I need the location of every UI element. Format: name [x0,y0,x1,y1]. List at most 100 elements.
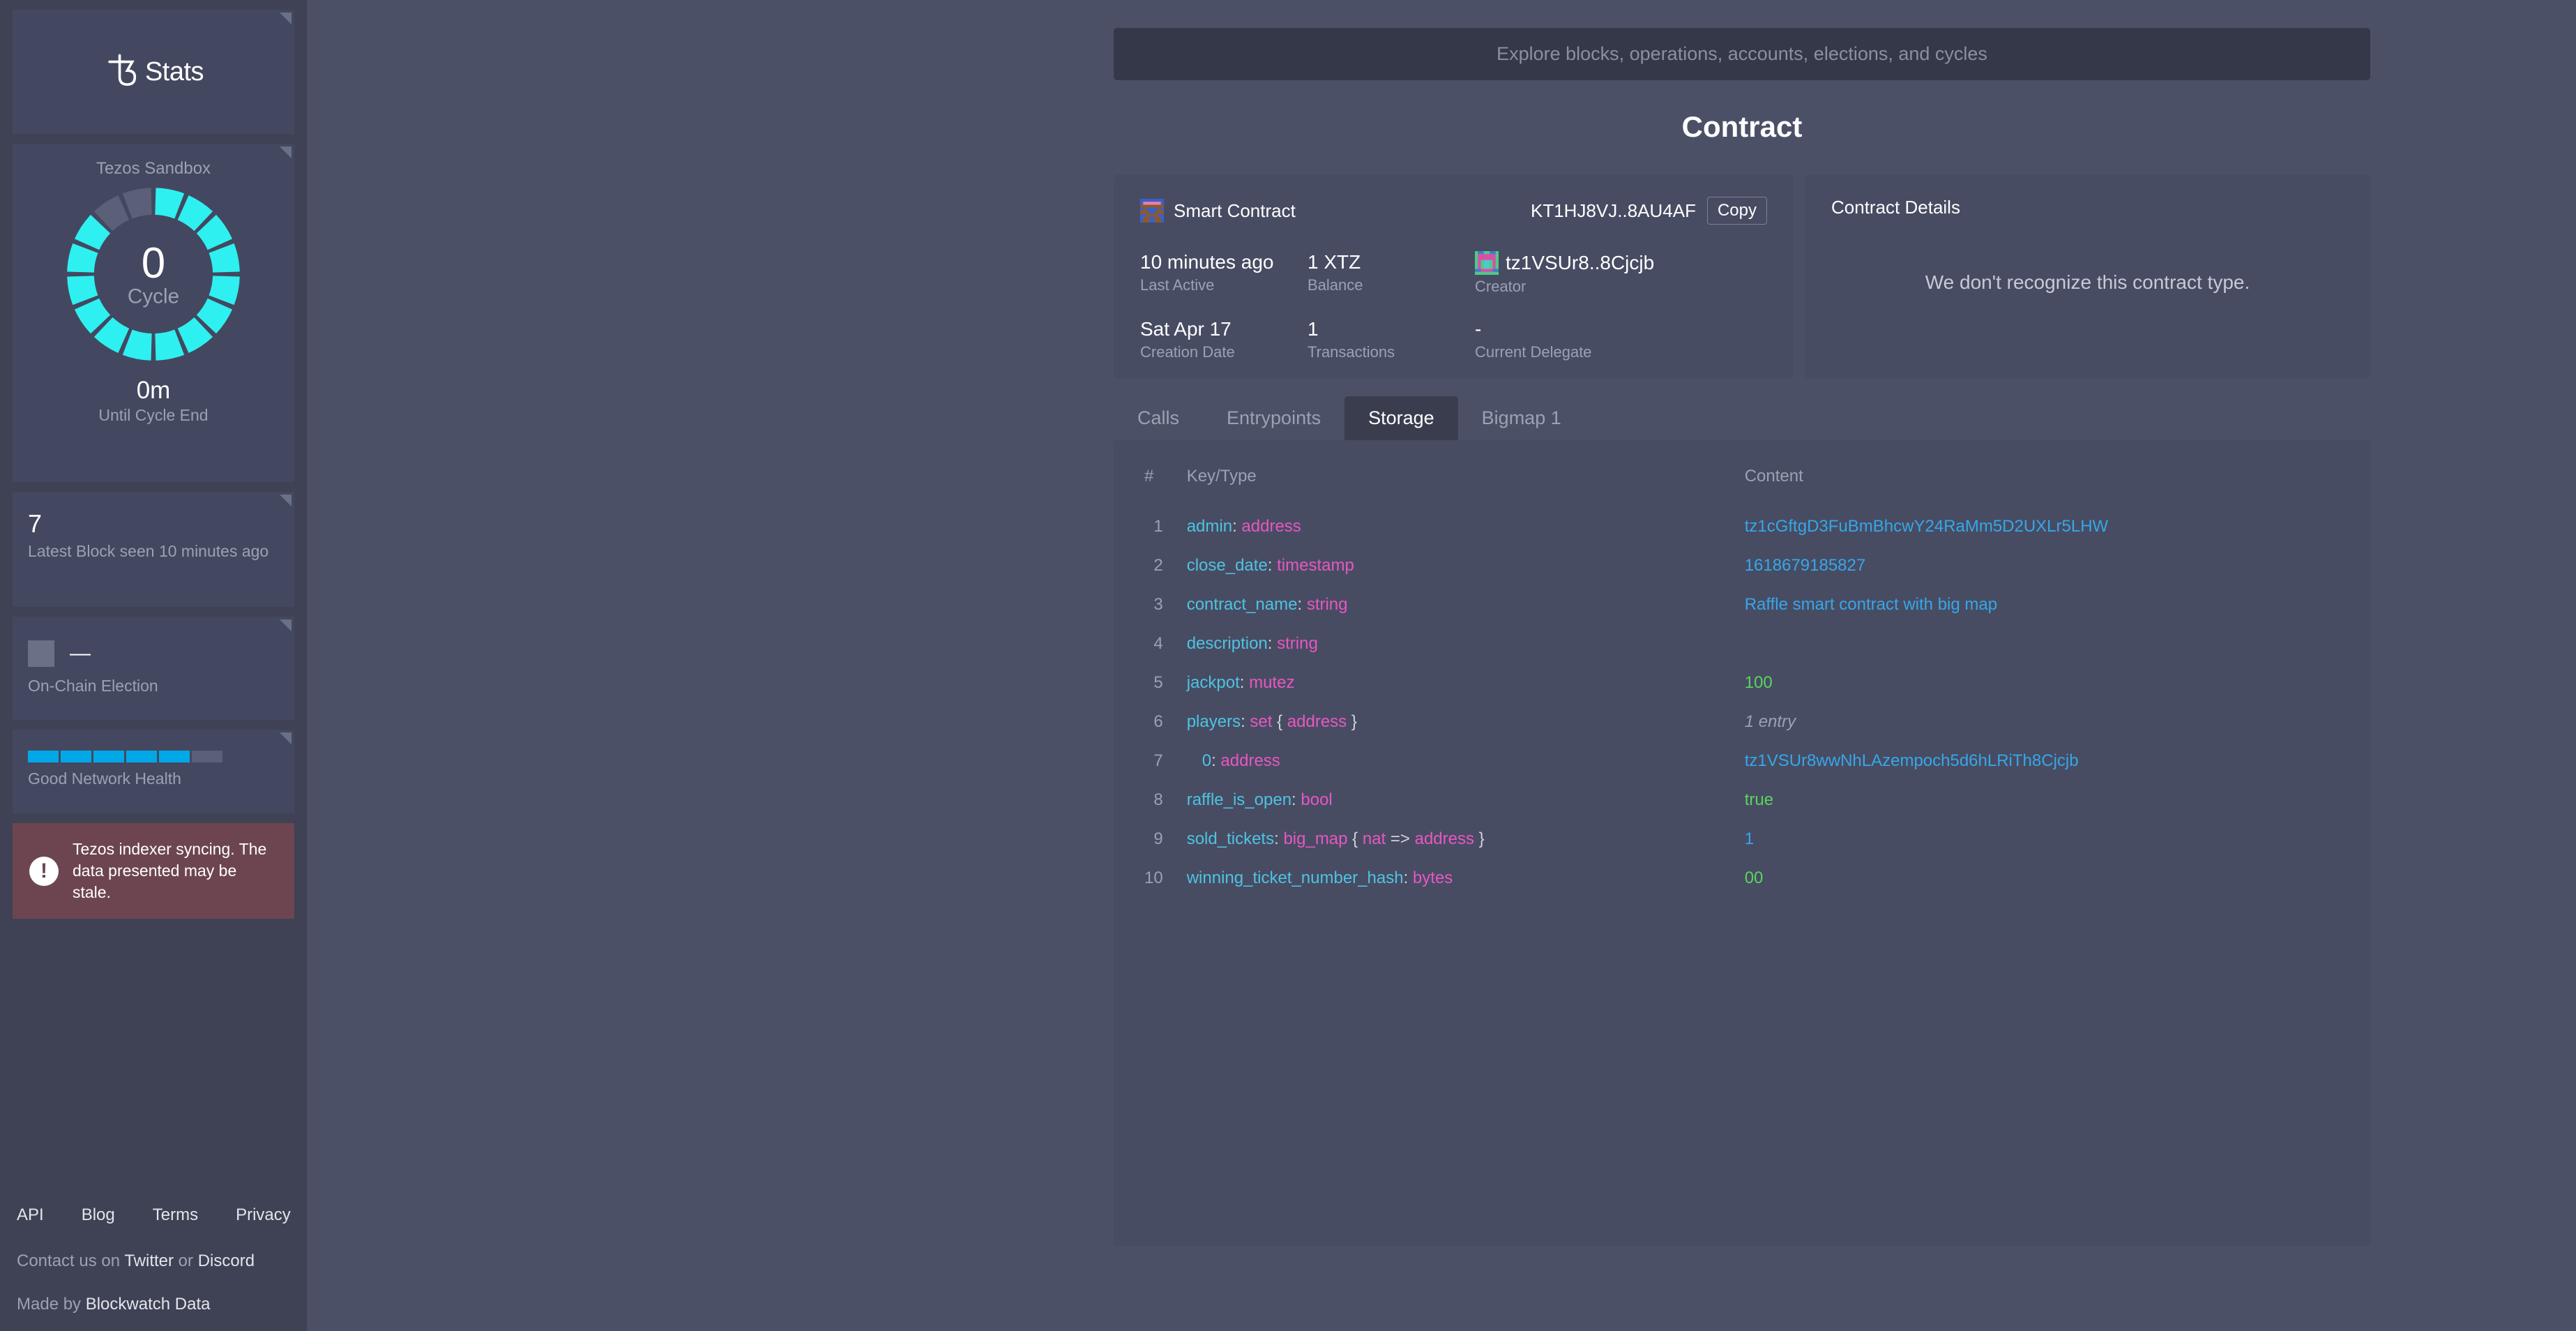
table-row: 10winning_ticket_number_hash: bytes00 [1144,859,2340,898]
row-content[interactable]: tz1cGftgD3FuBmBhcwY24RaMm5D2UXLr5LHW [1745,507,2340,546]
table-row: 1admin: addresstz1cGftgD3FuBmBhcwY24RaMm… [1144,507,2340,546]
row-key-type[interactable]: winning_ticket_number_hash: bytes [1187,859,1745,898]
stat-label: Creation Date [1140,343,1308,361]
row-key-type[interactable]: close_date: timestamp [1187,546,1745,585]
content-value: 1 [1745,829,1754,848]
row-content[interactable]: 1 [1745,820,2340,859]
table-row: 6players: set { address }1 entry [1144,702,2340,742]
key-type: big_map [1283,829,1347,848]
contract-address: KT1HJ8VJ..8AU4AF [1531,200,1696,222]
app-logo[interactable]: Stats [103,52,204,92]
sync-alert-text: Tezos indexer syncing. The data presente… [73,839,278,903]
search-input[interactable] [1114,28,2370,80]
stat-label: Balance [1308,276,1475,294]
row-index: 3 [1144,585,1187,624]
key-separator: : [1211,751,1220,770]
stat-value: 1 XTZ [1308,251,1475,273]
donut-segment [155,330,184,361]
row-content[interactable]: Raffle smart contract with big map [1745,585,2340,624]
key-name: raffle_is_open [1187,790,1291,809]
row-index: 4 [1144,624,1187,663]
stat-label: Transactions [1308,343,1475,361]
tab-entrypoints[interactable]: Entrypoints [1203,396,1344,441]
row-key-type[interactable]: contract_name: string [1187,585,1745,624]
election-value: — [70,643,91,664]
brace: } [1479,829,1485,848]
footer-link-twitter[interactable]: Twitter [124,1251,174,1270]
brace: } [1351,712,1357,731]
row-content[interactable]: 1618679185827 [1745,546,2340,585]
key-separator: : [1291,790,1301,809]
stat-value-wrap: tz1VSUr8..8Cjcjb [1475,251,1767,275]
tezos-logo-icon [103,52,144,92]
network-health-label: Good Network Health [28,769,279,788]
stat-balance: 1 XTZ Balance [1308,251,1475,296]
tab-calls[interactable]: Calls [1114,396,1203,441]
row-content[interactable]: true [1745,781,2340,820]
key-separator: : [1274,829,1283,848]
footer-link-blog[interactable]: Blog [82,1205,115,1225]
inner-type: address [1287,712,1347,731]
cycle-number: 0 [142,239,165,287]
panel-resize-handle[interactable] [280,619,291,631]
copy-address-button[interactable]: Copy [1707,197,1767,225]
election-status-square-icon [28,640,54,667]
footer-link-privacy[interactable]: Privacy [236,1205,291,1225]
key-separator: : [1297,595,1306,614]
key-separator: : [1232,517,1241,536]
footer-link-blockwatch[interactable]: Blockwatch Data [86,1295,211,1314]
row-content[interactable] [1745,624,2340,663]
panel-resize-handle[interactable] [280,146,291,158]
type-suffix: { address } [1272,712,1356,731]
key-name: 0 [1202,751,1211,770]
cycle-center-label: Cycle [128,285,179,308]
panel-resize-handle[interactable] [280,732,291,744]
brace: { [1277,712,1282,731]
row-content: 1 entry [1745,702,2340,742]
footer-link-discord[interactable]: Discord [198,1251,255,1270]
content-value: 00 [1745,868,1764,887]
row-key-type[interactable]: 0: address [1187,742,1745,781]
tab-bigmap-1[interactable]: Bigmap 1 [1458,396,1585,441]
donut-segment [209,276,240,305]
row-key-type[interactable]: raffle_is_open: bool [1187,781,1745,820]
contract-identicon-icon [1140,199,1164,223]
donut-segment [67,276,98,305]
row-index: 10 [1144,859,1187,898]
row-index: 7 [1144,742,1187,781]
row-key-type[interactable]: admin: address [1187,507,1745,546]
search-bar[interactable] [1114,28,2370,80]
row-content[interactable]: 00 [1745,859,2340,898]
health-segment [126,751,157,762]
table-row: 2close_date: timestamp1618679185827 [1144,546,2340,585]
stat-creator: tz1VSUr8..8Cjcjb Creator [1475,251,1767,296]
stat-value: - [1475,318,1767,340]
table-header-row: # Key/Type Content [1144,467,2340,507]
donut-segment [123,188,152,218]
footer-link-terms[interactable]: Terms [153,1205,198,1225]
donut-segment [123,330,152,361]
health-segment [192,751,222,762]
footer-link-api[interactable]: API [17,1205,44,1225]
key-name: sold_tickets [1187,829,1274,848]
panel-resize-handle[interactable] [280,495,291,506]
key-separator: : [1268,556,1277,575]
panel-resize-handle[interactable] [280,13,291,24]
footer-made-line: Made by Blockwatch Data [17,1295,290,1314]
sidebar-footer: API Blog Terms Privacy Contact us on Twi… [13,1205,294,1331]
contract-details-card: Contract Details We don't recognize this… [1805,174,2370,379]
row-key-type[interactable]: sold_tickets: big_map { nat => address } [1187,820,1745,859]
row-key-type[interactable]: description: string [1187,624,1745,663]
key-type: set [1250,712,1272,731]
creator-address[interactable]: tz1VSUr8..8Cjcjb [1506,252,1654,274]
row-key-type[interactable]: players: set { address } [1187,702,1745,742]
key-type: mutez [1249,673,1294,692]
row-content[interactable]: 100 [1745,663,2340,702]
row-content[interactable]: tz1VSUr8wwNhLAzempoch5d6hLRiTh8Cjcjb [1745,742,2340,781]
tab-storage[interactable]: Storage [1344,396,1458,441]
health-segment [93,751,124,762]
content-value: 1618679185827 [1745,556,1866,575]
row-key-type[interactable]: jackpot: mutez [1187,663,1745,702]
stat-label: Last Active [1140,276,1308,294]
footer-made-prefix: Made by [17,1295,86,1314]
